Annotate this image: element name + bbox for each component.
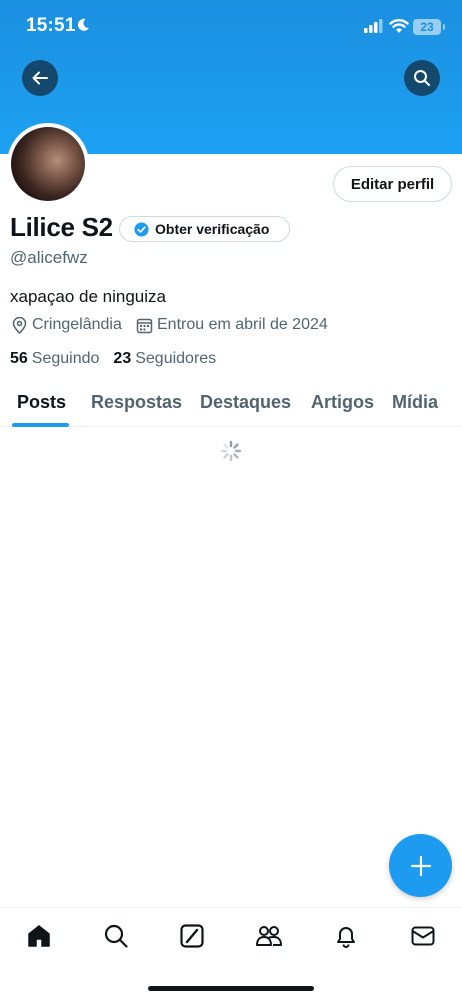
nav-search[interactable] — [102, 922, 130, 950]
followers-count: 23 — [113, 350, 132, 367]
battery-tip — [443, 24, 445, 30]
avatar[interactable] — [7, 123, 89, 205]
tab-posts[interactable]: Posts — [17, 392, 66, 413]
following-count: 56 — [10, 350, 28, 367]
plus-icon — [410, 855, 431, 876]
home-indicator[interactable] — [148, 986, 314, 991]
nav-home[interactable] — [25, 922, 53, 950]
signal-icon — [364, 19, 383, 33]
profile-bio: xapaçao de ninguiza — [10, 287, 166, 306]
followers-link[interactable]: 23 Seguidores — [113, 350, 216, 368]
location-text: Cringelândia — [32, 316, 122, 333]
edit-profile-button[interactable]: Editar perfil — [333, 166, 452, 202]
wifi-icon — [389, 19, 409, 33]
avatar-photo — [11, 127, 85, 201]
following-label: Seguindo — [31, 350, 100, 367]
search-button[interactable] — [404, 60, 440, 96]
profile-tabs: Posts Respostas Destaques Artigos Mídia — [0, 380, 462, 427]
tab-articles[interactable]: Artigos — [311, 392, 374, 413]
search-icon — [104, 924, 128, 948]
calendar-icon — [136, 318, 153, 333]
profile-handle: @alicefwz — [10, 248, 88, 267]
nav-grok[interactable] — [178, 922, 206, 950]
active-tab-indicator — [12, 423, 69, 427]
back-button[interactable] — [22, 60, 58, 96]
profile-location: Cringelândia — [11, 316, 122, 334]
verified-badge-icon — [134, 221, 149, 237]
get-verified-button[interactable]: Obter verificação — [119, 216, 290, 242]
tab-highlights[interactable]: Destaques — [200, 392, 291, 413]
arrow-left-icon — [32, 71, 48, 85]
joined-text: Entrou em abril de 2024 — [157, 316, 328, 333]
compose-post-button[interactable] — [389, 834, 452, 897]
profile-name: Lilice S2 — [10, 212, 113, 242]
loading-spinner-icon — [220, 440, 242, 462]
nav-communities[interactable] — [255, 922, 283, 950]
location-pin-icon — [12, 316, 27, 334]
battery-icon: 23 — [413, 19, 441, 35]
status-time: 15:51 — [26, 15, 76, 36]
communities-icon — [256, 926, 282, 946]
following-link[interactable]: 56 Seguindo — [10, 350, 99, 368]
tab-media[interactable]: Mídia — [392, 392, 438, 413]
status-bar: 15:51 23 — [0, 0, 462, 56]
home-icon — [28, 925, 50, 947]
nav-notifications[interactable] — [332, 922, 360, 950]
envelope-icon — [411, 926, 435, 946]
search-icon — [414, 70, 430, 86]
grok-icon — [180, 924, 204, 948]
bell-icon — [337, 927, 355, 948]
profile-joined: Entrou em abril de 2024 — [136, 316, 328, 334]
nav-messages[interactable] — [409, 922, 437, 950]
followers-label: Seguidores — [135, 350, 217, 367]
tab-replies[interactable]: Respostas — [91, 392, 182, 413]
get-verified-label: Obter verificação — [155, 221, 270, 237]
bottom-navigation — [0, 907, 462, 1000]
moon-icon — [77, 18, 89, 31]
follow-stats: 56 Seguindo 23 Seguidores — [10, 350, 216, 368]
